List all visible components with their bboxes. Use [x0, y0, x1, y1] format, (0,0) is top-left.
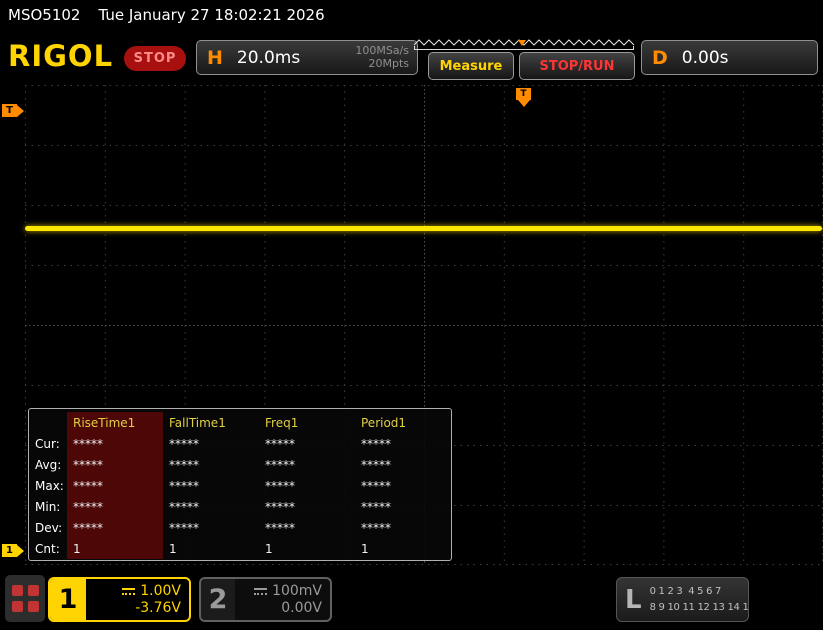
cell-value: *****: [259, 475, 355, 496]
bottom-bar: 1 1.00V -3.76V 2 100mV 0.00V L: [0, 565, 823, 630]
channel1-number: 1: [50, 579, 86, 620]
channel1-badge[interactable]: 1 1.00V -3.76V: [48, 577, 191, 622]
table-row: Min: ***** ***** ***** *****: [33, 496, 451, 517]
status-bar: MSO5102 Tue January 27 18:02:21 2026: [0, 0, 823, 30]
cell-value: *****: [259, 517, 355, 538]
la-row1: 0 1 2 3 4 5 6 7: [650, 584, 749, 600]
cell-value: 1: [67, 538, 163, 559]
menu-grid-icon[interactable]: [5, 575, 45, 622]
cell-value: *****: [67, 517, 163, 538]
measure-col-period[interactable]: Period1: [355, 412, 447, 433]
row-label-cnt: Cnt:: [33, 542, 67, 556]
cell-value: *****: [355, 454, 447, 475]
dc-coupling-icon: [122, 588, 135, 595]
cell-value: *****: [67, 433, 163, 454]
cell-value: *****: [163, 454, 259, 475]
cell-value: *****: [259, 433, 355, 454]
cell-value: 1: [163, 538, 259, 559]
stop-run-button[interactable]: STOP/RUN: [519, 52, 635, 80]
trigger-position-marker[interactable]: T: [516, 88, 531, 100]
delay-value: 0.00s: [682, 48, 729, 68]
cell-value: *****: [259, 496, 355, 517]
datetime: Tue January 27 18:02:21 2026: [98, 6, 324, 24]
logic-analyzer-badge[interactable]: L 0 1 2 3 4 5 6 7 8 9 10 11 12 13 14 15: [616, 577, 749, 622]
dc-coupling-icon: [254, 588, 267, 595]
cell-value: *****: [355, 496, 447, 517]
row-label-max: Max:: [33, 479, 67, 493]
channel2-number: 2: [201, 579, 235, 620]
acquisition-info: 100MSa/s 20Mpts: [355, 45, 409, 70]
trigger-level-marker[interactable]: T: [2, 104, 17, 117]
row-label-avg: Avg:: [33, 458, 67, 472]
oscilloscope-screen: MSO5102 Tue January 27 18:02:21 2026 RIG…: [0, 0, 823, 630]
rigol-logo: RIGOL: [8, 39, 113, 73]
menu-grid-square: [12, 601, 23, 612]
cell-value: *****: [355, 433, 447, 454]
menu-grid-square: [28, 601, 39, 612]
menu-grid-square: [12, 585, 23, 596]
table-row: Dev: ***** ***** ***** *****: [33, 517, 451, 538]
cell-value: *****: [67, 454, 163, 475]
cell-value: *****: [259, 454, 355, 475]
menu-grid-square: [28, 585, 39, 596]
table-row: Max: ***** ***** ***** *****: [33, 475, 451, 496]
cell-value: *****: [163, 433, 259, 454]
row-label-cur: Cur:: [33, 437, 67, 451]
la-channel-numbers: 0 1 2 3 4 5 6 7 8 9 10 11 12 13 14 15: [650, 584, 749, 615]
sample-rate: 100MSa/s: [355, 45, 409, 58]
horizontal-settings-button[interactable]: H 20.0ms 100MSa/s 20Mpts: [196, 40, 418, 75]
table-row: Avg: ***** ***** ***** *****: [33, 454, 451, 475]
delay-settings-button[interactable]: D 0.00s: [641, 40, 818, 75]
cell-value: *****: [67, 475, 163, 496]
cell-value: *****: [163, 496, 259, 517]
horizontal-h-icon: H: [207, 47, 223, 69]
table-row: Cur: ***** ***** ***** *****: [33, 433, 451, 454]
channel2-values: 100mV 0.00V: [235, 579, 330, 620]
cell-value: *****: [67, 496, 163, 517]
table-row: Cnt: 1 1 1 1: [33, 538, 451, 559]
cell-value: 1: [355, 538, 447, 559]
la-label: L: [625, 585, 642, 615]
channel1-waveform[interactable]: [25, 226, 822, 231]
channel2-offset: 0.00V: [281, 600, 322, 616]
channel2-badge[interactable]: 2 100mV 0.00V: [199, 577, 332, 622]
model-name: MSO5102: [8, 6, 80, 24]
row-label-min: Min:: [33, 500, 67, 514]
row-label-dev: Dev:: [33, 521, 67, 535]
cell-value: 1: [259, 538, 355, 559]
preview-zigzag-icon: [414, 37, 635, 52]
channel1-offset-marker[interactable]: 1: [2, 544, 17, 557]
cell-value: *****: [355, 475, 447, 496]
channel1-values: 1.00V -3.76V: [86, 579, 189, 620]
channel1-scale: 1.00V: [140, 583, 181, 599]
measurement-header-row: RiseTime1 FallTime1 Freq1 Period1: [33, 412, 451, 433]
measure-col-freq[interactable]: Freq1: [259, 412, 355, 433]
waveform-preview-strip[interactable]: [414, 37, 635, 52]
run-state-badge: STOP: [124, 46, 186, 71]
memory-depth: 20Mpts: [355, 58, 409, 71]
channel1-offset: -3.76V: [135, 600, 181, 616]
timebase-value: 20.0ms: [237, 48, 300, 68]
channel2-scale: 100mV: [272, 583, 322, 599]
measure-button[interactable]: Measure: [428, 52, 514, 80]
cell-value: *****: [355, 517, 447, 538]
delay-d-icon: D: [652, 47, 668, 69]
cell-value: *****: [163, 517, 259, 538]
la-row2: 8 9 10 11 12 13 14 15: [650, 600, 749, 616]
measure-col-risetime[interactable]: RiseTime1: [67, 412, 163, 433]
measurement-table[interactable]: RiseTime1 FallTime1 Freq1 Period1 Cur: *…: [28, 408, 452, 561]
graticule: T T 1 RiseTime1 FallTime1 Freq1 Period1 …: [0, 85, 823, 565]
measure-col-falltime[interactable]: FallTime1: [163, 412, 259, 433]
cell-value: *****: [163, 475, 259, 496]
